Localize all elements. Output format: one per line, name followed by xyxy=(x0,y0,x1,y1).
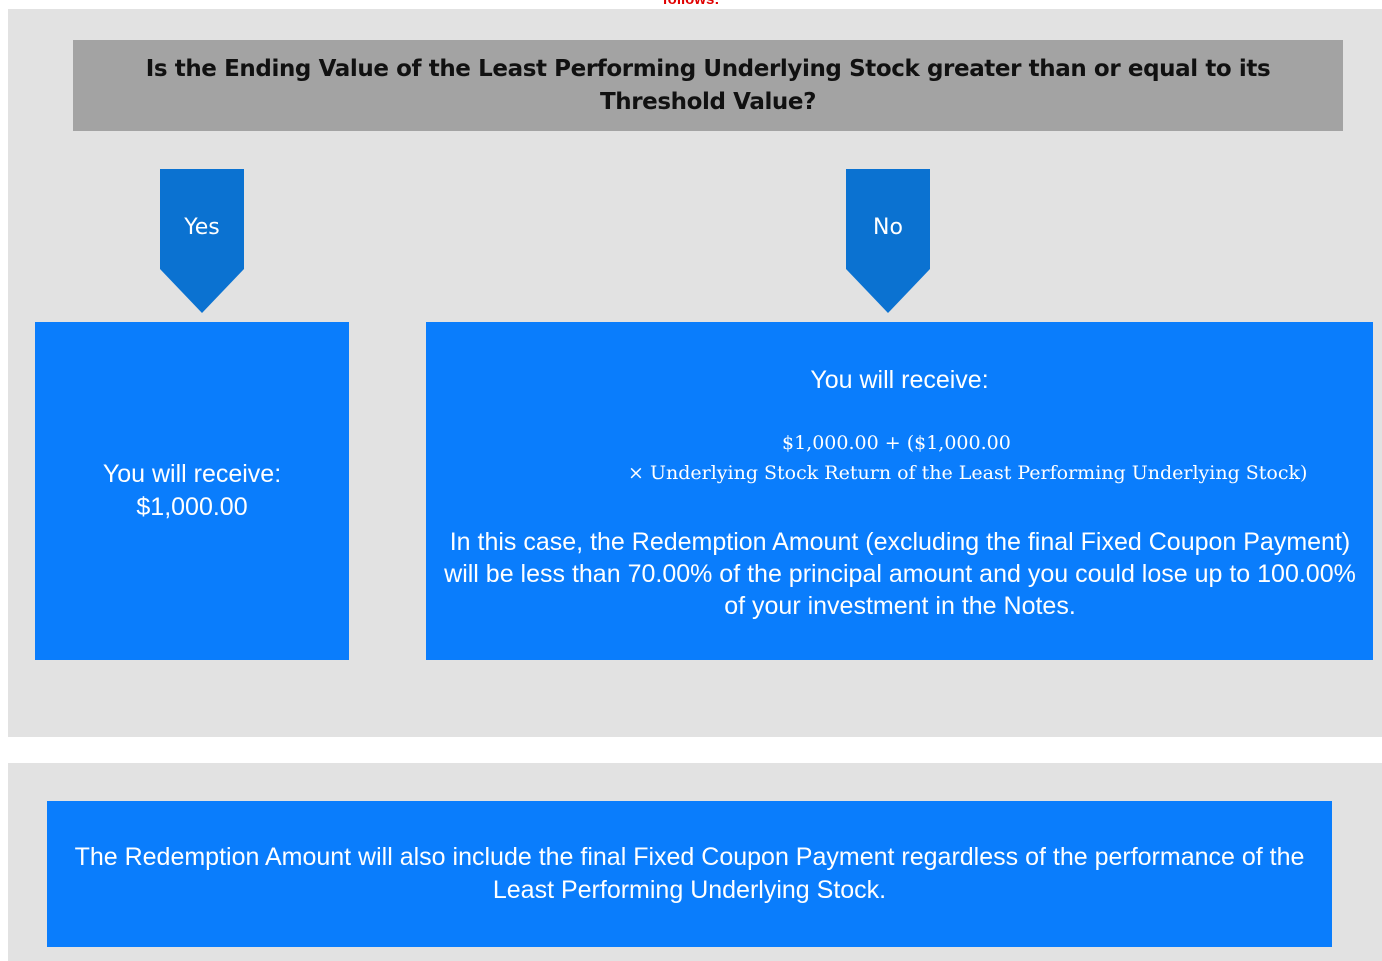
payout-formula-line-2: × Underlying Stock Return of the Least P… xyxy=(628,462,1308,484)
top-caption: follows: xyxy=(0,0,1382,8)
yes-arrow: Yes xyxy=(160,169,244,313)
yes-arrow-label: Yes xyxy=(184,215,220,240)
final-coupon-note: The Redemption Amount will also include … xyxy=(47,801,1332,947)
no-outcome-explanation: In this case, the Redemption Amount (exc… xyxy=(444,528,1356,620)
yes-outcome-box: You will receive: $1,000.00 xyxy=(35,322,349,660)
no-outcome-heading: You will receive: xyxy=(810,366,989,394)
yes-outcome-heading: You will receive: xyxy=(102,460,282,488)
no-arrow-label: No xyxy=(873,215,903,240)
payout-formula-line-1: $1,000.00 + ($1,000.00 xyxy=(782,432,1011,454)
decision-question: Is the Ending Value of the Least Perform… xyxy=(73,40,1343,131)
no-arrow: No xyxy=(846,169,930,313)
yes-outcome-amount: $1,000.00 xyxy=(136,493,248,521)
